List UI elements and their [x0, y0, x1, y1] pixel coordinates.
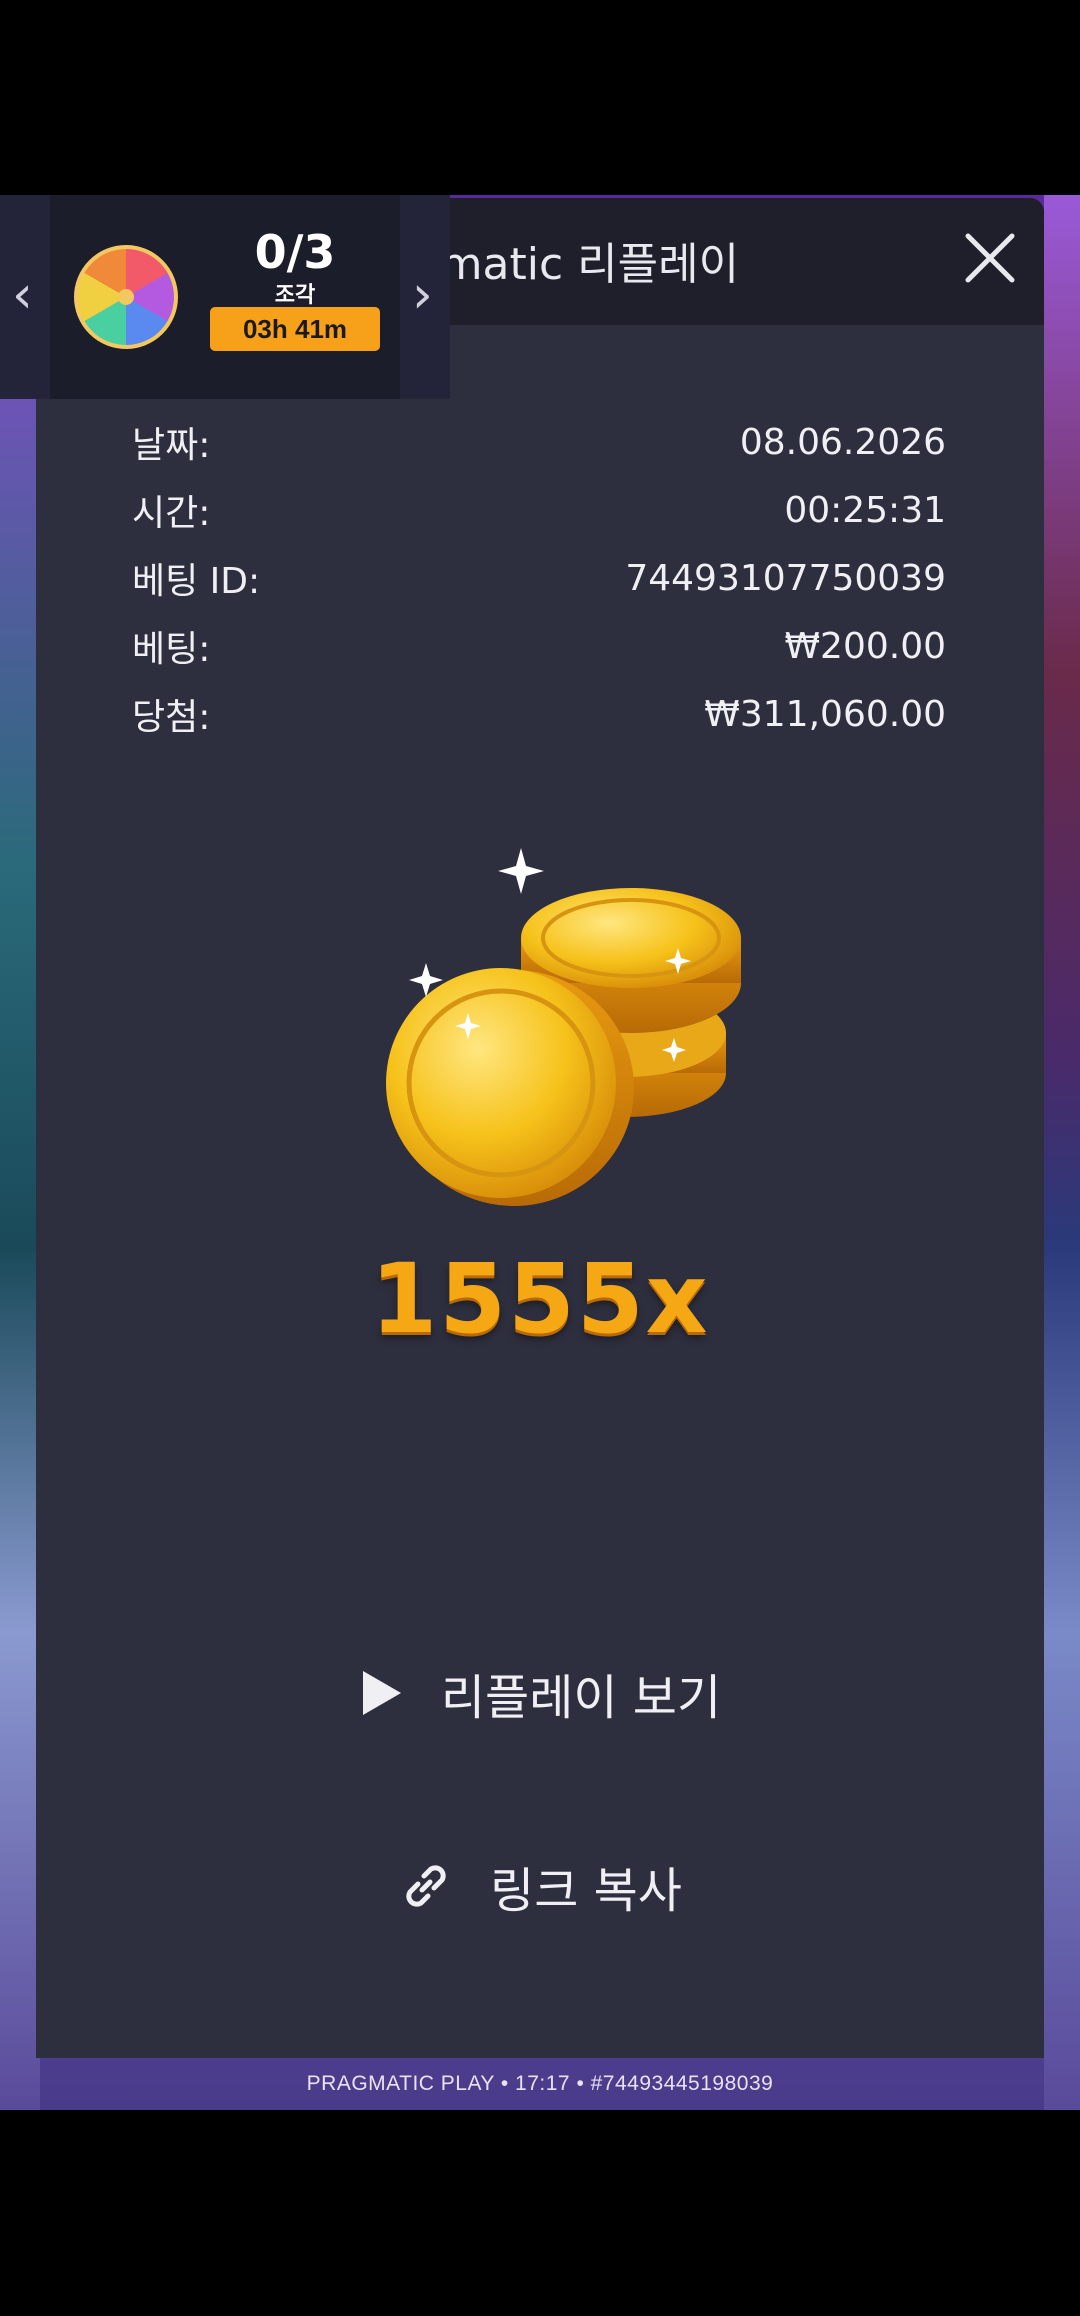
prize-wheel-widget[interactable]: ‹ › 0/3 조각 03h 41m [0, 195, 450, 399]
detail-value: 08.06.2026 [739, 421, 946, 463]
detail-label: 당첨: [132, 697, 211, 738]
detail-label: 베팅: [132, 629, 211, 670]
countdown-timer: 03h 41m [210, 307, 380, 351]
watch-replay-button[interactable]: 리플레이 보기 [36, 1638, 1044, 1748]
detail-value: ₩311,060.00 [704, 693, 946, 735]
watch-replay-label: 리플레이 보기 [440, 1670, 722, 1726]
detail-row-bet: 베팅: ₩200.00 [132, 612, 946, 680]
detail-label: 시간: [132, 493, 211, 534]
chevron-left-icon[interactable]: ‹ [12, 265, 33, 325]
bet-details: 날짜: 08.06.2026 시간: 00:25:31 베팅 ID: 74493… [132, 408, 946, 748]
prize-wheel-icon [74, 245, 178, 349]
close-button[interactable] [960, 228, 1020, 288]
detail-row-bet-id: 베팅 ID: 74493107750039 [132, 544, 946, 612]
detail-value: 00:25:31 [784, 489, 946, 531]
detail-row-time: 시간: 00:25:31 [132, 476, 946, 544]
wheel-hub [118, 289, 134, 305]
detail-row-date: 날짜: 08.06.2026 [132, 408, 946, 476]
win-multiplier: 1555x [370, 1243, 710, 1355]
gold-coins-icon [386, 848, 741, 1206]
link-icon [406, 1865, 446, 1907]
game-reel-edge-left [0, 195, 40, 2110]
detail-label: 날짜: [132, 425, 211, 466]
play-icon [362, 1671, 401, 1715]
detail-value: ₩200.00 [784, 625, 946, 667]
detail-row-win: 당첨: ₩311,060.00 [132, 680, 946, 748]
copy-link-button[interactable]: 링크 복사 [36, 1831, 1044, 1941]
chevron-right-icon[interactable]: › [412, 265, 433, 325]
close-icon [965, 233, 1015, 283]
pieces-label: 조각 [274, 283, 316, 308]
screen: PRAGMATIC PLAY • 17:17 • #74493445198039… [0, 0, 1080, 2316]
detail-label: 베팅 ID: [132, 561, 261, 602]
pieces-progress: 0/3 [254, 225, 336, 279]
copy-link-label: 링크 복사 [490, 1863, 682, 1919]
detail-value: 74493107750039 [625, 557, 946, 599]
footer-game-info: PRAGMATIC PLAY • 17:17 • #74493445198039 [306, 2072, 774, 2095]
replay-modal: Pragmatic 리플레이 날짜: 08.06.2026 시간: 00:25:… [36, 198, 1044, 2058]
game-reel-edge-right [1044, 195, 1080, 2110]
